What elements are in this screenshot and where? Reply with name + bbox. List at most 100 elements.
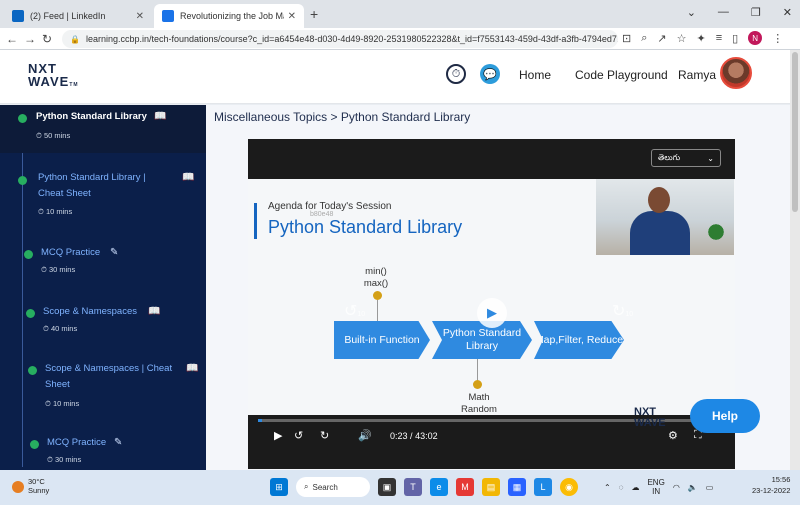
flow-step: Map,Filter, Reduce xyxy=(534,321,624,359)
reload-icon[interactable]: ↻ xyxy=(42,32,52,46)
diagram-stem xyxy=(377,300,378,321)
language-indicator[interactable]: ENG IN xyxy=(647,478,664,496)
minimize-icon[interactable]: — xyxy=(718,6,729,19)
diagram-stem xyxy=(477,359,478,382)
back-icon[interactable]: ← xyxy=(6,32,18,46)
sidebar-item-label: Python Standard Library | Cheat Sheet xyxy=(38,172,146,199)
nav-home[interactable]: Home xyxy=(519,68,551,82)
weather-widget[interactable]: 30°C Sunny xyxy=(28,477,49,495)
menu-icon[interactable]: ⋮ xyxy=(772,32,783,45)
sidebar-item-mcq-practice-2[interactable]: MCQ Practice ✎ ⏱ 30 mins xyxy=(0,435,206,470)
star-icon[interactable]: ☆ xyxy=(677,32,687,45)
video-player[interactable]: తెలుగు ⌄ Agenda for Today's Session b80e… xyxy=(248,139,735,469)
help-button[interactable]: Help xyxy=(690,399,760,433)
system-tray: ⌃ ◌ ☁ ENG IN ◠ 🔈 ▭ xyxy=(604,478,713,496)
file-explorer-icon[interactable]: ▤ xyxy=(482,478,500,496)
duration-text: 10 mins xyxy=(45,207,73,216)
sidebar-item-duration: ⏱ 10 mins xyxy=(38,207,73,216)
clock-time: 15:56 xyxy=(771,475,791,484)
new-tab-icon[interactable]: + xyxy=(310,6,318,22)
timer-icon[interactable]: ⏱ xyxy=(446,64,466,84)
zoom-icon[interactable]: ⌕ xyxy=(641,32,647,45)
teams-icon[interactable]: T xyxy=(404,478,422,496)
play-icon[interactable]: ▶ xyxy=(477,298,507,328)
mcafee-icon[interactable]: M xyxy=(456,478,474,496)
sidebar-item-label: MCQ Practice xyxy=(47,437,107,448)
forward-seconds: 10 xyxy=(625,311,634,318)
sidebar-item-python-standard-library[interactable]: Python Standard Library 📖 ⏱ 50 mins xyxy=(0,105,206,153)
check-icon xyxy=(28,366,37,375)
install-icon[interactable]: ⊡ xyxy=(622,32,631,45)
tab-ccbp[interactable]: Revolutionizing the Job Market | ✕ xyxy=(154,4,304,28)
diagram-dot xyxy=(373,291,382,300)
chevron-up-icon[interactable]: ⌃ xyxy=(604,483,611,492)
windows-taskbar: 30°C Sunny ⊞ ⌕ Search ▣ T e M ▤ ▦ L ◉ ⌃ … xyxy=(0,470,800,505)
start-icon[interactable]: ⊞ xyxy=(270,478,288,496)
duration-text: 30 mins xyxy=(48,265,76,274)
close-icon[interactable]: ✕ xyxy=(783,6,792,19)
instructor-body xyxy=(630,211,690,255)
ccbp-icon xyxy=(162,10,174,22)
task-view-icon[interactable]: ▣ xyxy=(378,478,396,496)
extensions-icon[interactable]: ✦ xyxy=(696,32,705,45)
book-icon: 📖 xyxy=(182,172,195,183)
video-slide: Agenda for Today's Session b80e48 Python… xyxy=(248,179,735,415)
battery-icon[interactable]: ▭ xyxy=(706,483,714,492)
avatar[interactable] xyxy=(720,57,752,89)
time-current: 0:23 xyxy=(390,431,408,441)
top-label-1: min() xyxy=(365,266,387,277)
sidebar-item-scope-cheat-sheet[interactable]: Scope & Namespaces | Cheat Sheet 📖 ⏱ 10 … xyxy=(0,361,206,415)
close-tab-icon[interactable]: ✕ xyxy=(136,11,144,22)
url-field[interactable]: 🔒 learning.ccbp.in/tech-foundations/cour… xyxy=(62,30,618,48)
language-select[interactable]: తెలుగు ⌄ xyxy=(651,149,721,167)
check-icon xyxy=(18,114,27,123)
check-icon xyxy=(30,440,39,449)
rewind-icon[interactable]: ↺10 xyxy=(344,301,365,321)
volume-icon[interactable]: 🔊 xyxy=(358,429,372,442)
user-name: Ramya xyxy=(678,68,717,82)
system-clock[interactable]: 15:56 23-12-2022 xyxy=(752,474,790,496)
tab-title: (2) Feed | LinkedIn xyxy=(30,11,106,21)
tab-title: Revolutionizing the Job Market | xyxy=(180,11,284,21)
sidebar-item-label: Scope & Namespaces | Cheat Sheet xyxy=(45,363,173,390)
chrome-icon[interactable]: ◉ xyxy=(560,478,578,496)
play-control-icon[interactable]: ▶ xyxy=(274,429,282,442)
chat-icon[interactable]: 💬 xyxy=(480,64,500,84)
onedrive-icon[interactable]: ☁ xyxy=(631,483,639,492)
instructor-head xyxy=(648,187,670,213)
edge-icon[interactable]: e xyxy=(430,478,448,496)
weather-condition: Sunny xyxy=(28,486,50,495)
tray-app-icon[interactable]: ◌ xyxy=(619,483,624,492)
breadcrumb[interactable]: Miscellaneous Topics > Python Standard L… xyxy=(214,110,470,124)
forward-icon[interactable]: ↻10 xyxy=(612,301,633,321)
player-controls: ▶ ↺ ↻ 🔊 0:23 / 43:02 NXT WAVE ⚙ ⛶ xyxy=(248,407,735,469)
taskbar-search[interactable]: ⌕ Search xyxy=(296,477,370,497)
media-icon[interactable]: ≡ xyxy=(716,32,722,44)
chevron-down-icon[interactable]: ⌄ xyxy=(687,6,696,19)
sidebar-item-mcq-practice[interactable]: MCQ Practice ✎ ⏱ 30 mins xyxy=(0,245,206,285)
wifi-icon[interactable]: ◠ xyxy=(673,483,680,492)
tab-linkedin[interactable]: (2) Feed | LinkedIn ✕ xyxy=(4,4,152,28)
page-scrollbar[interactable] xyxy=(790,50,800,470)
nxtwave-logo[interactable]: NXT WAVETM xyxy=(28,62,79,92)
share-icon[interactable]: ↗ xyxy=(657,32,666,45)
scrollbar-thumb[interactable] xyxy=(792,52,798,212)
forward-control-icon[interactable]: ↻ xyxy=(320,429,329,442)
check-icon xyxy=(18,176,27,185)
settings-icon[interactable]: ⚙ xyxy=(668,429,678,442)
search-label: Search xyxy=(312,482,338,492)
speaker-icon[interactable]: 🔈 xyxy=(688,483,698,492)
sidebar-item-scope-namespaces[interactable]: Scope & Namespaces 📖 ⏱ 40 mins xyxy=(0,304,206,344)
rewind-control-icon[interactable]: ↺ xyxy=(294,429,303,442)
restore-icon[interactable]: ❐ xyxy=(751,6,761,19)
profile-avatar[interactable]: N xyxy=(748,31,763,45)
duration-text: 10 mins xyxy=(52,399,80,408)
sidepanel-icon[interactable]: ▯ xyxy=(732,32,738,45)
nav-code-playground[interactable]: Code Playground xyxy=(575,68,668,82)
store-icon[interactable]: ▦ xyxy=(508,478,526,496)
slide-title: Python Standard Library xyxy=(268,217,463,237)
sidebar-item-python-cheat-sheet[interactable]: Python Standard Library | Cheat Sheet 📖 … xyxy=(0,167,206,223)
forward-icon[interactable]: → xyxy=(24,32,36,46)
l-app-icon[interactable]: L xyxy=(534,478,552,496)
close-tab-icon[interactable]: ✕ xyxy=(288,11,296,22)
